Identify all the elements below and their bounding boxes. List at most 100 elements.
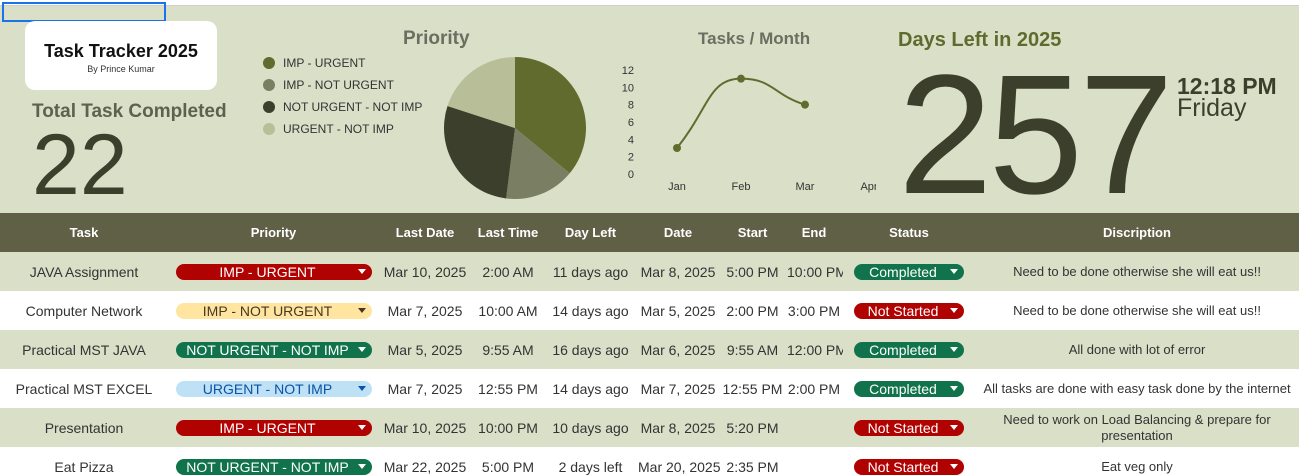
title-card: Task Tracker 2025 By Prince Kumar xyxy=(25,21,217,90)
priority-label: NOT URGENT - NOT IMP xyxy=(186,458,349,475)
date-cell[interactable]: Mar 8, 2025 xyxy=(636,408,720,447)
column-header[interactable]: Day Left xyxy=(545,213,636,252)
end-cell[interactable]: 3:00 PM xyxy=(785,291,843,330)
task-cell[interactable]: Eat Pizza xyxy=(0,447,168,475)
start-cell[interactable]: 5:20 PM xyxy=(720,408,785,447)
priority-cell[interactable]: NOT URGENT - NOT IMP xyxy=(168,447,379,475)
desc-cell[interactable]: All done with lot of error xyxy=(975,330,1299,369)
status-cell[interactable]: Completed xyxy=(843,252,975,291)
end-cell[interactable]: 2:00 PM xyxy=(785,369,843,408)
status-dropdown[interactable]: Not Started xyxy=(854,302,964,319)
chevron-down-icon xyxy=(357,346,366,352)
completed-value: 22 xyxy=(32,117,128,213)
last-date-cell[interactable]: Mar 5, 2025 xyxy=(379,330,471,369)
last-date-cell[interactable]: Mar 10, 2025 xyxy=(379,252,471,291)
desc-cell[interactable]: Need to be done otherwise she will eat u… xyxy=(975,291,1299,330)
desc-cell[interactable]: Need to be done otherwise she will eat u… xyxy=(975,252,1299,291)
task-cell[interactable]: Presentation xyxy=(0,408,168,447)
legend-label: URGENT - NOT IMP xyxy=(283,122,394,136)
last-date-cell[interactable]: Mar 7, 2025 xyxy=(379,369,471,408)
day-left-cell[interactable]: 11 days ago xyxy=(545,252,636,291)
task-cell[interactable]: Practical MST JAVA xyxy=(0,330,168,369)
start-cell[interactable]: 12:55 PM xyxy=(720,369,785,408)
status-cell[interactable]: Not Started xyxy=(843,408,975,447)
column-header[interactable]: Discription xyxy=(975,213,1299,252)
last-time-cell[interactable]: 9:55 AM xyxy=(471,330,545,369)
column-header[interactable]: Task xyxy=(0,213,168,252)
day-left-cell[interactable]: 2 days left xyxy=(545,447,636,475)
status-dropdown[interactable]: Not Started xyxy=(854,419,964,436)
column-header[interactable]: Priority xyxy=(168,213,379,252)
start-cell[interactable]: 2:35 PM xyxy=(720,447,785,475)
status-dropdown[interactable]: Not Started xyxy=(854,458,964,475)
desc-cell[interactable]: All tasks are done with easy task done b… xyxy=(975,369,1299,408)
priority-dropdown[interactable]: URGENT - NOT IMP xyxy=(175,380,372,397)
table-row: Eat Pizza NOT URGENT - NOT IMP Mar 22, 202… xyxy=(0,447,1299,475)
status-cell[interactable]: Not Started xyxy=(843,447,975,475)
column-header[interactable]: Last Date xyxy=(379,213,471,252)
legend-label: IMP - URGENT xyxy=(283,56,366,70)
chevron-down-icon xyxy=(950,307,958,313)
priority-cell[interactable]: IMP - URGENT xyxy=(168,252,379,291)
column-header[interactable]: Date xyxy=(636,213,720,252)
status-label: Completed xyxy=(869,341,937,358)
column-header[interactable]: Status xyxy=(843,213,975,252)
column-header[interactable]: Start xyxy=(720,213,785,252)
date-cell[interactable]: Mar 8, 2025 xyxy=(636,252,720,291)
desc-cell[interactable]: Need to work on Load Balancing & prepare… xyxy=(975,408,1299,447)
end-cell[interactable] xyxy=(785,408,843,447)
end-cell[interactable]: 12:00 PM xyxy=(785,330,843,369)
status-cell[interactable]: Not Started xyxy=(843,291,975,330)
desc-cell[interactable]: Eat veg only xyxy=(975,447,1299,475)
x-tick-label: Jan xyxy=(668,181,686,193)
priority-cell[interactable]: NOT URGENT - NOT IMP xyxy=(168,330,379,369)
status-dropdown[interactable]: Completed xyxy=(854,380,964,397)
priority-cell[interactable]: IMP - NOT URGENT xyxy=(168,291,379,330)
date-cell[interactable]: Mar 7, 2025 xyxy=(636,369,720,408)
priority-dropdown[interactable]: IMP - URGENT xyxy=(175,263,372,280)
date-cell[interactable]: Mar 5, 2025 xyxy=(636,291,720,330)
column-header[interactable]: Last Time xyxy=(471,213,545,252)
date-cell[interactable]: Mar 20, 2025 xyxy=(636,447,720,475)
end-cell[interactable]: 10:00 PM xyxy=(785,252,843,291)
priority-dropdown[interactable]: NOT URGENT - NOT IMP xyxy=(175,458,372,475)
end-cell[interactable] xyxy=(785,447,843,475)
priority-cell[interactable]: IMP - URGENT xyxy=(168,408,379,447)
selected-cell[interactable] xyxy=(2,2,166,22)
last-date-cell[interactable]: Mar 10, 2025 xyxy=(379,408,471,447)
task-cell[interactable]: JAVA Assignment xyxy=(0,252,168,291)
status-label: Completed xyxy=(869,380,937,397)
chevron-down-icon xyxy=(357,268,366,274)
priority-dropdown[interactable]: IMP - URGENT xyxy=(175,419,372,436)
legend-item: IMP - NOT URGENT xyxy=(263,74,422,96)
start-cell[interactable]: 9:55 AM xyxy=(720,330,785,369)
task-cell[interactable]: Computer Network xyxy=(0,291,168,330)
status-dropdown[interactable]: Completed xyxy=(854,341,964,358)
chevron-down-icon xyxy=(357,463,366,469)
start-cell[interactable]: 2:00 PM xyxy=(720,291,785,330)
day-left-cell[interactable]: 10 days ago xyxy=(545,408,636,447)
date-cell[interactable]: Mar 6, 2025 xyxy=(636,330,720,369)
day-left-cell[interactable]: 14 days ago xyxy=(545,369,636,408)
last-date-cell[interactable]: Mar 22, 2025 xyxy=(379,447,471,475)
status-cell[interactable]: Completed xyxy=(843,369,975,408)
chevron-down-icon xyxy=(950,463,958,469)
table-row: Practical MST JAVA NOT URGENT - NOT IMP Ma… xyxy=(0,330,1299,369)
last-time-cell[interactable]: 12:55 PM xyxy=(471,369,545,408)
priority-cell[interactable]: URGENT - NOT IMP xyxy=(168,369,379,408)
last-time-cell[interactable]: 2:00 AM xyxy=(471,252,545,291)
last-date-cell[interactable]: Mar 7, 2025 xyxy=(379,291,471,330)
priority-dropdown[interactable]: NOT URGENT - NOT IMP xyxy=(175,341,372,358)
last-time-cell[interactable]: 5:00 PM xyxy=(471,447,545,475)
status-dropdown[interactable]: Completed xyxy=(854,263,964,280)
last-time-cell[interactable]: 10:00 PM xyxy=(471,408,545,447)
task-cell[interactable]: Practical MST EXCEL xyxy=(0,369,168,408)
status-cell[interactable]: Completed xyxy=(843,330,975,369)
y-tick-label: 10 xyxy=(622,82,634,94)
last-time-cell[interactable]: 10:00 AM xyxy=(471,291,545,330)
day-left-cell[interactable]: 16 days ago xyxy=(545,330,636,369)
start-cell[interactable]: 5:00 PM xyxy=(720,252,785,291)
day-left-cell[interactable]: 14 days ago xyxy=(545,291,636,330)
column-header[interactable]: End xyxy=(785,213,843,252)
priority-dropdown[interactable]: IMP - NOT URGENT xyxy=(175,302,372,319)
